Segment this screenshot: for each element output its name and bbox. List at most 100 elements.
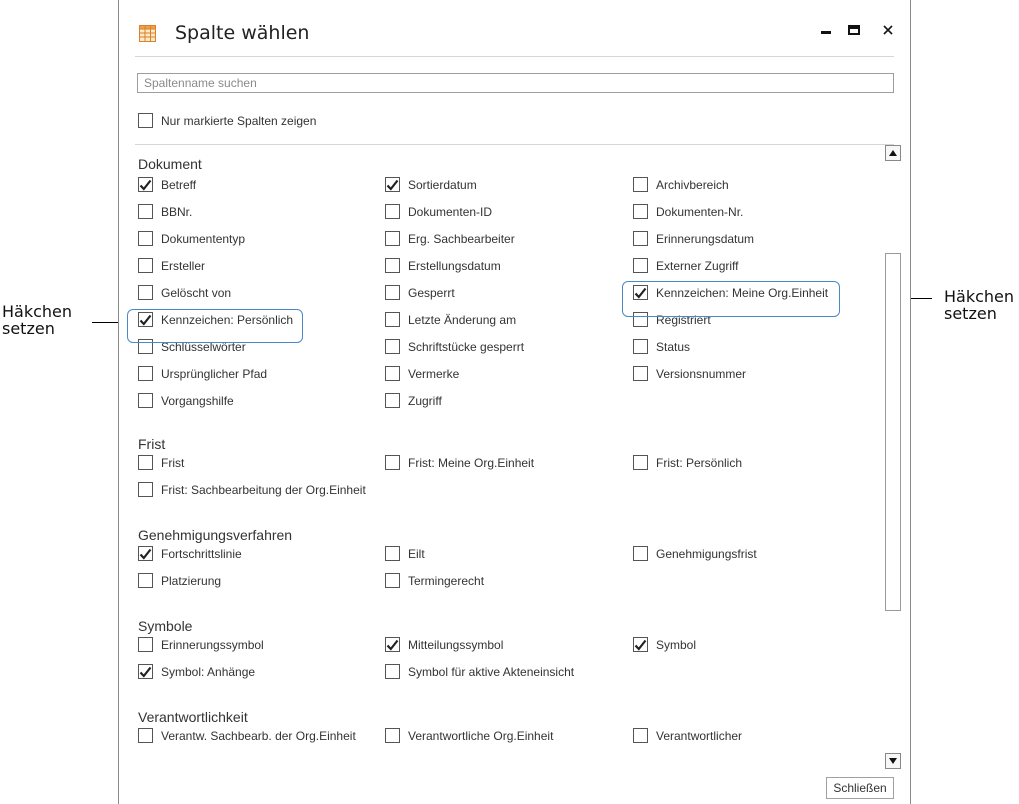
- checkbox-box[interactable]: [385, 231, 400, 246]
- checkbox-box[interactable]: [633, 366, 648, 381]
- maximize-icon[interactable]: [843, 18, 865, 42]
- checkbox-box[interactable]: [385, 312, 400, 327]
- checkbox-box[interactable]: [633, 204, 648, 219]
- scrollbar-thumb[interactable]: [885, 253, 901, 611]
- checkbox-box[interactable]: [385, 339, 400, 354]
- checkbox-box[interactable]: [385, 366, 400, 381]
- checkbox-label: Frist: [161, 455, 185, 470]
- only-marked-columns-checkbox[interactable]: Nur markierte Spalten zeigen: [138, 113, 316, 128]
- checkbox-label: Verantwortliche Org.Einheit: [408, 728, 554, 743]
- checkbox-box[interactable]: [138, 546, 153, 561]
- checkbox-box[interactable]: [385, 285, 400, 300]
- checkbox-box[interactable]: [385, 455, 400, 470]
- column-checkbox-dokument-25[interactable]: Zugriff: [385, 393, 442, 408]
- column-checkbox-dokument-13[interactable]: Gesperrt: [385, 285, 455, 300]
- checkbox-box[interactable]: [633, 177, 648, 192]
- column-checkbox-symbole-0[interactable]: Erinnerungssymbol: [138, 637, 264, 652]
- vertical-scrollbar[interactable]: [884, 145, 902, 769]
- column-checkbox-frist-0[interactable]: Frist: [138, 455, 184, 470]
- checkbox-box[interactable]: [633, 339, 648, 354]
- column-checkbox-genehmigung-3[interactable]: Platzierung: [138, 573, 221, 588]
- checkbox-box[interactable]: [633, 546, 648, 561]
- checkbox-box[interactable]: [138, 258, 153, 273]
- column-checkbox-genehmigung-4[interactable]: Termingerecht: [385, 573, 484, 588]
- column-checkbox-symbole-4[interactable]: Symbol für aktive Akteneinsicht: [385, 664, 574, 679]
- column-checkbox-dokument-3[interactable]: BBNr.: [138, 204, 192, 219]
- checkbox-box[interactable]: [633, 455, 648, 470]
- checkbox-box[interactable]: [385, 177, 400, 192]
- column-checkbox-dokument-6[interactable]: Dokumententyp: [138, 231, 245, 246]
- column-checkbox-dokument-19[interactable]: Schriftstücke gesperrt: [385, 339, 524, 354]
- column-checkbox-dokument-16[interactable]: Letzte Änderung am: [385, 312, 516, 327]
- column-checkbox-dokument-4[interactable]: Dokumenten-ID: [385, 204, 492, 219]
- checkbox-box[interactable]: [385, 664, 400, 679]
- checkbox-label: Ursprünglicher Pfad: [161, 366, 268, 381]
- column-checkbox-dokument-1[interactable]: Sortierdatum: [385, 177, 477, 192]
- column-checkbox-dokument-8[interactable]: Erinnerungsdatum: [633, 231, 754, 246]
- checkbox-label: Versionsnummer: [656, 366, 747, 381]
- checkbox-box[interactable]: [633, 231, 648, 246]
- checkmark-icon: [139, 548, 152, 560]
- column-checkbox-verantwortlichkeit-0[interactable]: Verantw. Sachbearb. der Org.Einheit: [138, 728, 356, 743]
- checkbox-box[interactable]: [138, 482, 153, 497]
- checkbox-label: Eilt: [408, 546, 425, 561]
- column-checkbox-dokument-20[interactable]: Status: [633, 339, 690, 354]
- checkbox-box[interactable]: [385, 728, 400, 743]
- checkbox-box[interactable]: [138, 231, 153, 246]
- scroll-down-arrow-icon[interactable]: [885, 753, 901, 769]
- scroll-up-arrow-icon[interactable]: [885, 145, 901, 161]
- column-checkbox-verantwortlichkeit-2[interactable]: Verantwortlicher: [633, 728, 742, 743]
- checkbox-box[interactable]: [385, 204, 400, 219]
- column-checkbox-symbole-3[interactable]: Symbol: Anhänge: [138, 664, 255, 679]
- checkbox-box[interactable]: [138, 393, 153, 408]
- column-checkbox-dokument-2[interactable]: Archivbereich: [633, 177, 729, 192]
- close-button[interactable]: Schließen: [826, 777, 894, 799]
- column-checkbox-genehmigung-1[interactable]: Eilt: [385, 546, 425, 561]
- checkbox-label: Frist: Persönlich: [656, 455, 743, 470]
- column-checkbox-genehmigung-0[interactable]: Fortschrittslinie: [138, 546, 242, 561]
- column-checkbox-dokument-9[interactable]: Ersteller: [138, 258, 205, 273]
- checkbox-box[interactable]: [138, 728, 153, 743]
- checkbox-box[interactable]: [385, 546, 400, 561]
- column-checkbox-dokument-22[interactable]: Vermerke: [385, 366, 459, 381]
- checkbox-box[interactable]: [138, 366, 153, 381]
- checkbox-label: Dokumenten-ID: [408, 204, 493, 219]
- column-checkbox-dokument-23[interactable]: Versionsnummer: [633, 366, 746, 381]
- checkbox-box[interactable]: [633, 728, 648, 743]
- column-checkbox-dokument-7[interactable]: Erg. Sachbearbeiter: [385, 231, 515, 246]
- column-checkbox-dokument-12[interactable]: Gelöscht von: [138, 285, 231, 300]
- checkbox-box[interactable]: [633, 258, 648, 273]
- checkbox-box[interactable]: [138, 637, 153, 652]
- checkbox-box[interactable]: [138, 204, 153, 219]
- column-checkbox-dokument-0[interactable]: Betreff: [138, 177, 196, 192]
- checkbox-box[interactable]: [138, 573, 153, 588]
- checkbox-box[interactable]: [138, 177, 153, 192]
- column-checkbox-symbole-2[interactable]: Symbol: [633, 637, 696, 652]
- checkbox-box[interactable]: [385, 258, 400, 273]
- column-checkbox-genehmigung-2[interactable]: Genehmigungsfrist: [633, 546, 757, 561]
- checkbox-box[interactable]: [385, 637, 400, 652]
- checkbox-box[interactable]: [138, 455, 153, 470]
- table-icon: [139, 25, 156, 42]
- checkbox-box[interactable]: [138, 285, 153, 300]
- column-checkbox-dokument-24[interactable]: Vorgangshilfe: [138, 393, 234, 408]
- checkbox-box[interactable]: [385, 393, 400, 408]
- checkbox-label: Gelöscht von: [161, 285, 232, 300]
- column-checkbox-verantwortlichkeit-1[interactable]: Verantwortliche Org.Einheit: [385, 728, 553, 743]
- column-checkbox-frist-2[interactable]: Frist: Persönlich: [633, 455, 742, 470]
- close-icon[interactable]: [877, 18, 899, 42]
- checkbox-box[interactable]: [138, 664, 153, 679]
- minimize-icon[interactable]: [815, 18, 837, 42]
- checkbox-box[interactable]: [385, 573, 400, 588]
- search-input[interactable]: [137, 73, 894, 93]
- column-checkbox-dokument-21[interactable]: Ursprünglicher Pfad: [138, 366, 267, 381]
- column-checkbox-frist-3[interactable]: Frist: Sachbearbeitung der Org.Einheit: [138, 482, 366, 497]
- column-checkbox-frist-1[interactable]: Frist: Meine Org.Einheit: [385, 455, 534, 470]
- column-checkbox-dokument-11[interactable]: Externer Zugriff: [633, 258, 738, 273]
- title-bar[interactable]: Spalte wählen: [119, 0, 910, 56]
- column-checkbox-symbole-1[interactable]: Mitteilungssymbol: [385, 637, 503, 652]
- column-checkbox-dokument-10[interactable]: Erstellungsdatum: [385, 258, 501, 273]
- column-checkbox-dokument-5[interactable]: Dokumenten-Nr.: [633, 204, 743, 219]
- checkbox-box[interactable]: [138, 113, 153, 128]
- checkbox-box[interactable]: [633, 637, 648, 652]
